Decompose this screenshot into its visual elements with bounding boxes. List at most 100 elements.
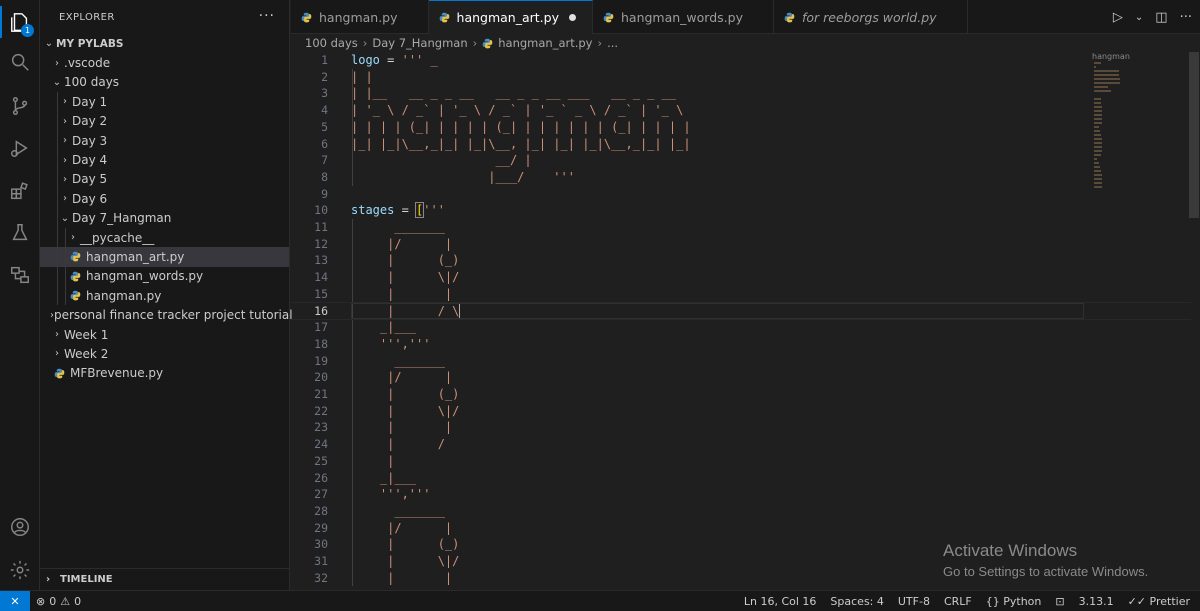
minimap-line xyxy=(1094,158,1098,160)
tree-item-label: Day 3 xyxy=(72,133,108,148)
settings-gear-icon[interactable] xyxy=(0,550,40,590)
line-number: 29 xyxy=(314,520,328,535)
code-line[interactable]: 20 |/ | xyxy=(291,369,1191,386)
minimap-line xyxy=(1094,66,1096,68)
minimap[interactable]: hangman xyxy=(1088,52,1188,232)
code-text: |/ | xyxy=(351,520,453,535)
code-editor[interactable]: 1 logo = ''' _ 2 | | 3 | |__ __ _ _ __ __ _ _… xyxy=(291,52,1191,590)
line-number: 21 xyxy=(314,387,328,401)
line-number: 32 xyxy=(314,570,328,585)
run-debug-icon[interactable] xyxy=(0,128,40,168)
file-tree-item[interactable]: hangman.py xyxy=(40,286,289,306)
code-line[interactable]: 2 | | xyxy=(291,69,1191,86)
folder-tree-item[interactable]: › Day 4 xyxy=(40,150,289,170)
breadcrumb: 100 days › Day 7_Hangman › hangman_art.p… xyxy=(305,34,618,52)
code-line[interactable]: 22 | \|/ xyxy=(291,403,1191,420)
minimap-line xyxy=(1094,90,1112,92)
cursor-position[interactable]: Ln 16, Col 16 xyxy=(744,595,817,608)
code-line[interactable]: 24 | / xyxy=(291,436,1191,453)
language-mode[interactable]: {} Python xyxy=(986,595,1042,608)
vertical-scrollbar[interactable] xyxy=(1188,52,1200,590)
split-editor-icon[interactable]: ◫ xyxy=(1155,10,1167,25)
current-code-line[interactable]: 16 | / \ xyxy=(291,301,1191,321)
code-line[interactable]: 25 | xyxy=(291,453,1191,470)
code-line[interactable]: 26 _|___ xyxy=(291,470,1191,487)
minimap-line xyxy=(1094,130,1101,132)
unsaved-dot-icon[interactable] xyxy=(568,14,576,21)
code-line[interactable]: 18 ''',''' xyxy=(291,336,1191,353)
code-line[interactable]: 19 _______ xyxy=(291,353,1191,370)
folder-tree-item[interactable]: ⌄ 100 days xyxy=(40,73,289,92)
code-line[interactable]: 9 xyxy=(291,186,1191,203)
editor-tab[interactable]: for reeborgs world.py xyxy=(774,0,968,34)
file-tree-item[interactable]: hangman_words.py xyxy=(40,266,289,287)
editor-tab[interactable]: hangman_art.py xyxy=(428,0,593,34)
folder-tree-item[interactable]: › Day 5 xyxy=(40,169,289,190)
code-line[interactable]: 21 | (_) xyxy=(291,386,1191,403)
code-line[interactable]: 15 | | xyxy=(291,286,1191,303)
search-icon[interactable] xyxy=(0,42,40,82)
code-line[interactable]: 5 | | | | (_| | | | | (_| | | | | | | (_|… xyxy=(291,119,1191,136)
code-line[interactable]: 6 |_| |_|\__,_|_| |_|\__, |_| |_| |_|\__,… xyxy=(291,136,1191,153)
source-control-icon[interactable] xyxy=(0,86,40,126)
code-line[interactable]: 17 _|___ xyxy=(291,319,1191,336)
testing-icon[interactable] xyxy=(0,213,40,253)
file-tree-item[interactable]: MFBrevenue.py xyxy=(40,364,289,383)
folder-tree-item[interactable]: › Day 2 xyxy=(40,111,289,131)
code-line[interactable]: 10 stages = [''' xyxy=(291,202,1191,219)
code-line[interactable]: 28 _______ xyxy=(291,503,1191,520)
folder-tree-item[interactable]: › personal finance tracker project tutori… xyxy=(40,305,293,324)
code-line[interactable]: 29 |/ | xyxy=(291,520,1191,537)
editor-tab[interactable]: hangman.py xyxy=(291,0,429,34)
folder-tree-item[interactable]: › Day 6 xyxy=(40,189,289,209)
tree-item-label: __pycache__ xyxy=(80,230,155,245)
breadcrumb-item[interactable]: 100 days xyxy=(305,36,358,50)
code-line[interactable]: 1 logo = ''' _ xyxy=(291,52,1191,69)
workspace-root[interactable]: ⌄ MY PYLABS xyxy=(40,34,289,53)
explorer-icon[interactable]: 1 xyxy=(0,2,40,42)
extensions-icon[interactable] xyxy=(0,171,40,211)
breadcrumb-item[interactable]: Day 7_Hangman xyxy=(372,36,467,50)
code-line[interactable]: 14 | \|/ xyxy=(291,269,1191,286)
end-of-line[interactable]: CRLF xyxy=(944,595,972,608)
line-number: 6 xyxy=(321,136,328,151)
code-line[interactable]: 3 | |__ __ _ _ __ __ _ _ __ ___ __ _ _ __ xyxy=(291,85,1191,102)
encoding[interactable]: UTF-8 xyxy=(898,595,930,608)
indentation[interactable]: Spaces: 4 xyxy=(830,595,883,608)
folder-tree-item[interactable]: ⌄ Day 7_Hangman xyxy=(40,208,289,228)
code-line[interactable]: 4 | '_ \ / _` | '_ \ / _` | '_ ` _ \ / _`… xyxy=(291,102,1191,119)
breadcrumb-item[interactable]: hangman_art.py xyxy=(498,36,592,50)
line-number: 31 xyxy=(314,554,328,568)
warning-count: 0 xyxy=(74,594,82,608)
file-tree-item[interactable]: hangman_art.py xyxy=(40,247,289,267)
breadcrumb-item[interactable]: ... xyxy=(607,36,618,50)
code-line[interactable]: 12 |/ | xyxy=(291,236,1191,253)
code-line[interactable]: 27 ''',''' xyxy=(291,486,1191,503)
code-line[interactable]: 8 |___/ ''' xyxy=(291,169,1191,186)
code-line[interactable]: 13 | (_) xyxy=(291,252,1191,269)
timeline-section[interactable]: › TIMELINE xyxy=(40,568,290,590)
folder-tree-item[interactable]: › Day 3 xyxy=(40,130,289,151)
python-version[interactable]: 3.13.1 xyxy=(1079,595,1114,608)
prettier-status[interactable]: ✓✓ Prettier xyxy=(1128,595,1190,608)
remote-explorer-icon[interactable] xyxy=(0,255,40,295)
run-python-file-icon[interactable]: ▷ xyxy=(1113,10,1123,25)
folder-tree-item[interactable]: › Week 2 xyxy=(40,344,289,363)
account-icon[interactable] xyxy=(0,507,40,547)
folder-tree-item[interactable]: › __pycache__ xyxy=(40,227,289,248)
code-line[interactable]: 7 __/ | xyxy=(291,152,1191,169)
code-line[interactable]: 11 _______ xyxy=(291,219,1191,236)
indent-guide xyxy=(65,247,66,267)
remote-indicator-icon[interactable]: ✕ xyxy=(0,590,30,611)
editor-tab[interactable]: hangman_words.py xyxy=(593,0,774,34)
scrollbar-thumb[interactable] xyxy=(1189,52,1199,218)
folder-tree-item[interactable]: › .vscode xyxy=(40,53,289,72)
folder-tree-item[interactable]: › Week 1 xyxy=(40,325,289,344)
copilot-icon[interactable]: ⊡ xyxy=(1055,595,1064,608)
problems-indicator[interactable]: ⊗ 0 ⚠ 0 xyxy=(36,595,81,608)
more-actions-icon[interactable]: ··· xyxy=(1180,10,1192,25)
run-dropdown-icon[interactable]: ⌄ xyxy=(1135,12,1143,23)
folder-tree-item[interactable]: › Day 1 xyxy=(40,92,289,112)
code-line[interactable]: 23 | | xyxy=(291,419,1191,436)
more-actions-icon[interactable]: ··· xyxy=(259,8,275,24)
